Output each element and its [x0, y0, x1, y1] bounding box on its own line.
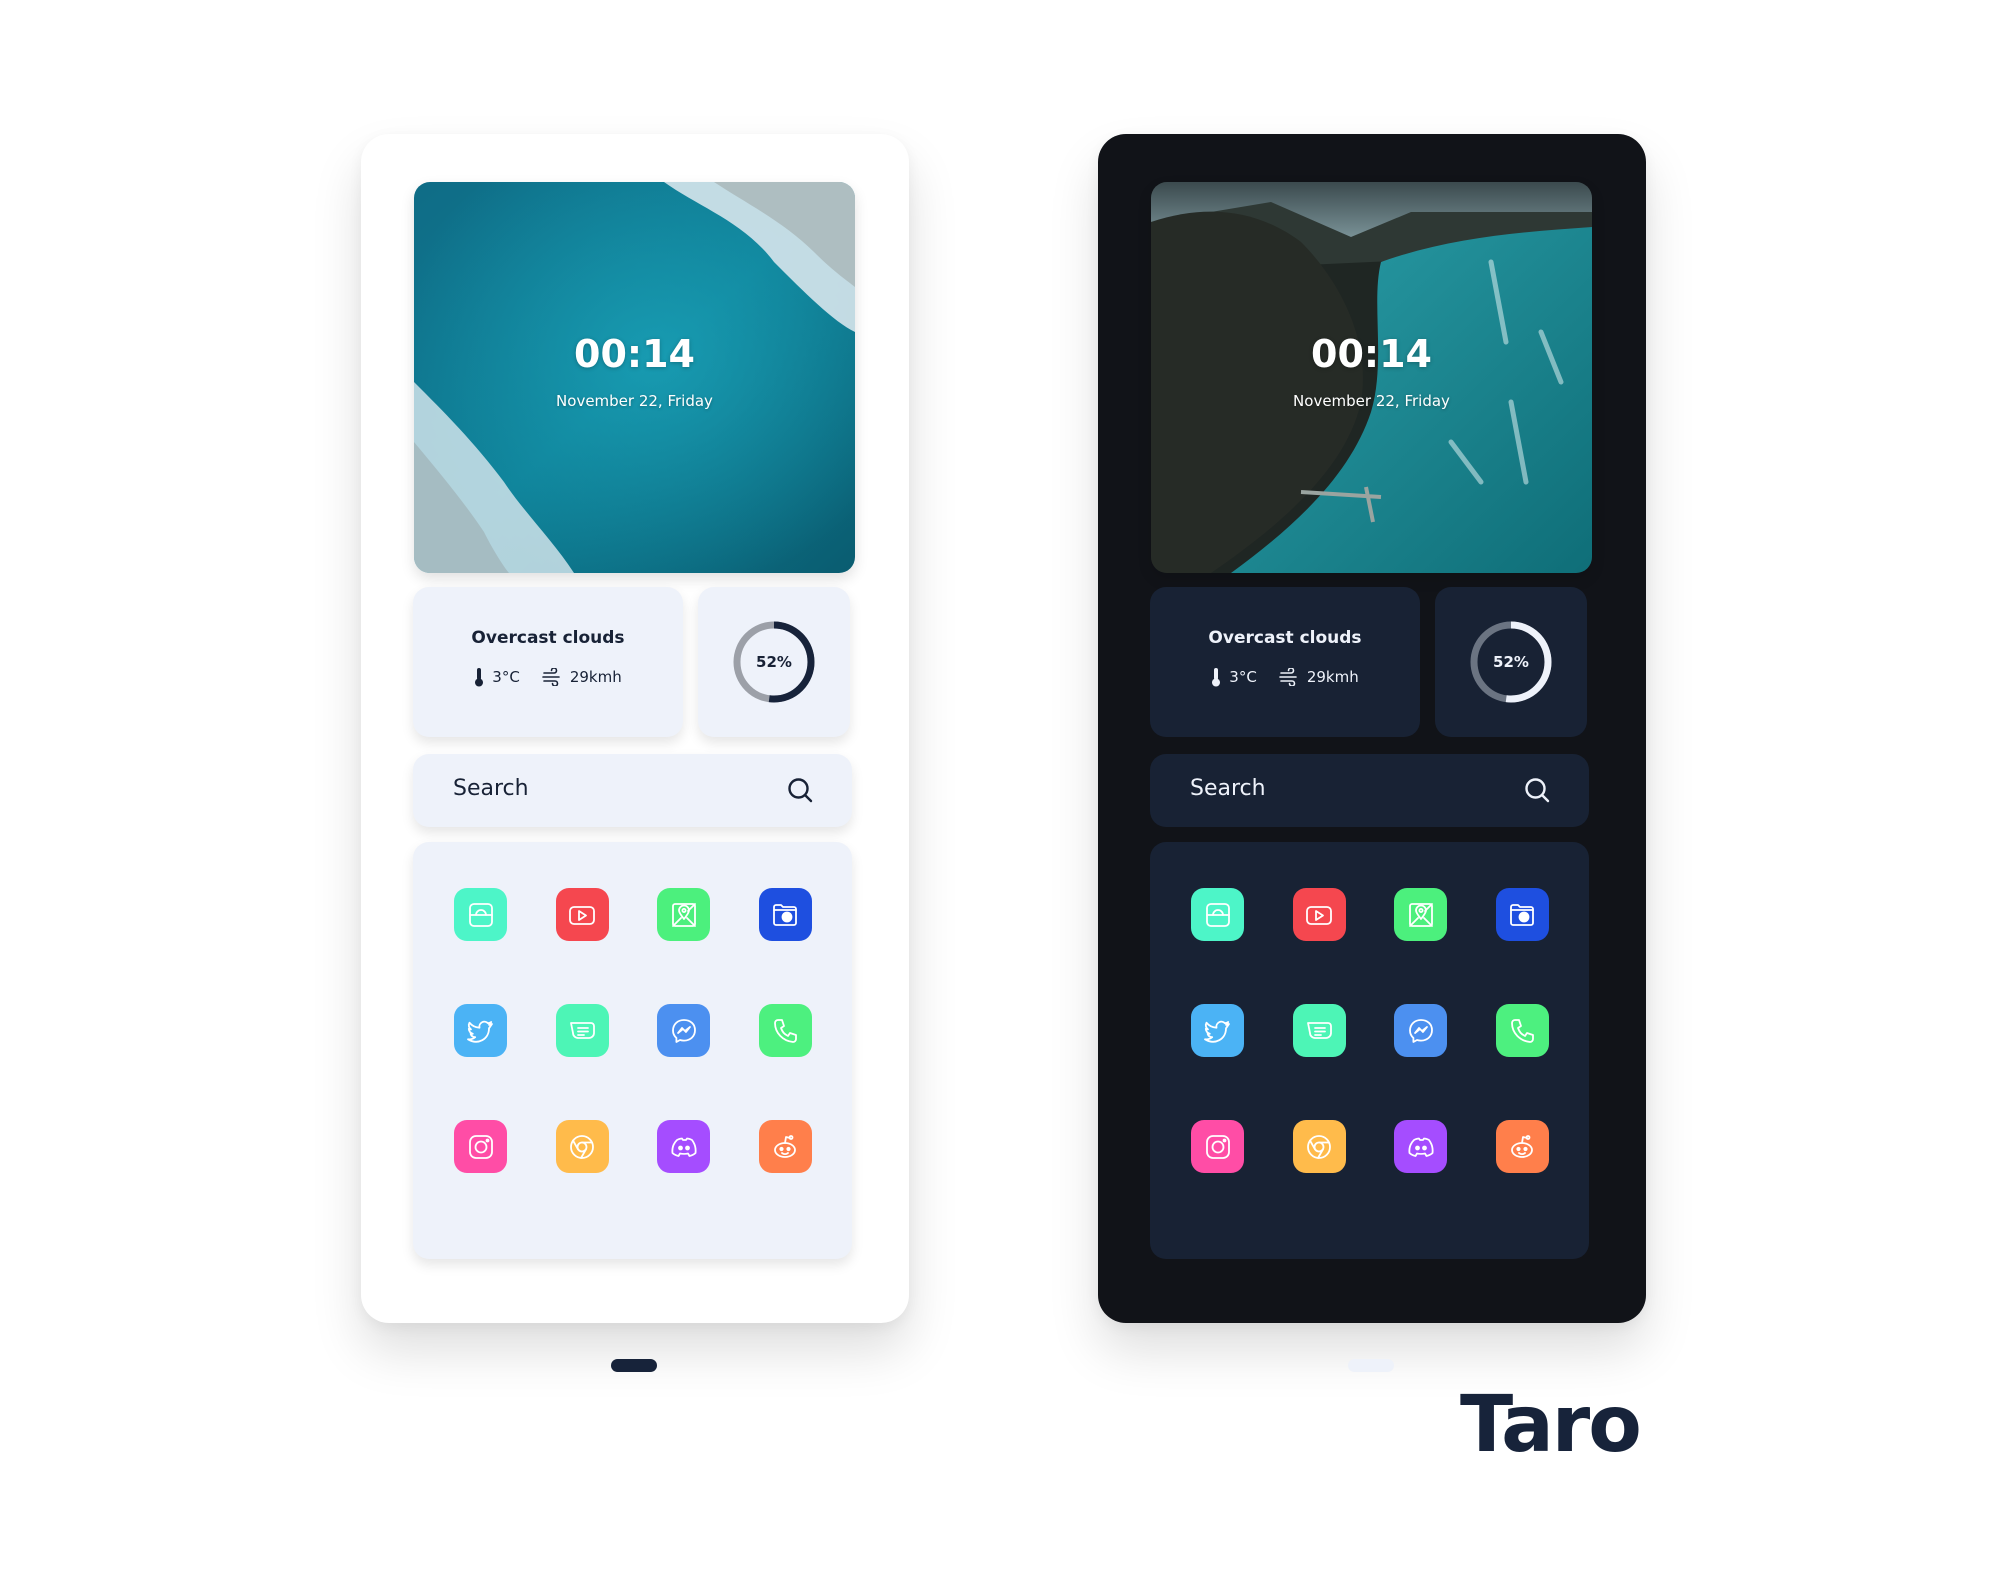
app-instagram[interactable] [454, 1120, 507, 1173]
search-bar[interactable]: Search [1150, 754, 1589, 827]
search-icon[interactable] [1523, 776, 1551, 804]
wallpaper-coast: 00:14 November 22, Friday [1151, 182, 1592, 573]
app-files[interactable] [1495, 888, 1549, 941]
home-indicator[interactable] [611, 1359, 657, 1372]
app-twitter[interactable] [1191, 1004, 1244, 1057]
clock-time: 00:14 [1311, 332, 1432, 376]
wind-value: 29kmh [1306, 668, 1359, 686]
discord-icon [1407, 1137, 1434, 1157]
temperature-value: 3°C [1229, 668, 1257, 686]
app-discord[interactable] [1394, 1120, 1447, 1173]
app-chrome[interactable] [1292, 1120, 1346, 1173]
phone-light: 00:14 November 22, Friday Overcast cloud… [361, 134, 909, 1372]
youtube-icon [1306, 905, 1332, 925]
wind: 29kmh [542, 668, 622, 686]
app-store[interactable] [1191, 888, 1244, 941]
app-chrome[interactable] [555, 1120, 609, 1173]
app-grid [1150, 842, 1589, 1372]
shopping-bag-icon [1205, 902, 1230, 927]
wind-icon [1279, 668, 1297, 686]
battery-percent: 52% [1493, 653, 1529, 671]
app-files[interactable] [758, 888, 812, 941]
app-youtube[interactable] [555, 888, 609, 941]
clock-date: November 22, Friday [1293, 392, 1450, 410]
brand-logo: Taro [1460, 1380, 1642, 1470]
temperature-value: 3°C [492, 668, 520, 686]
weather-widget[interactable]: Overcast clouds 3°C 29kmh [413, 587, 683, 737]
twitter-icon [1203, 1020, 1230, 1043]
app-twitter[interactable] [454, 1004, 507, 1057]
wind: 29kmh [1279, 668, 1359, 686]
reddit-icon [774, 1134, 796, 1158]
search-bar[interactable]: Search [413, 754, 852, 827]
clock-date: November 22, Friday [556, 392, 713, 410]
battery-widget[interactable]: 52% [1435, 587, 1587, 737]
phone-icon [1511, 1018, 1534, 1043]
search-icon[interactable] [786, 776, 814, 804]
reddit-icon [1511, 1134, 1533, 1158]
temperature: 3°C [474, 667, 520, 687]
instagram-icon [468, 1134, 493, 1159]
app-messages[interactable] [1292, 1004, 1346, 1057]
battery-widget[interactable]: 52% [698, 587, 850, 737]
clock-time: 00:14 [574, 332, 695, 376]
map-pin-icon [671, 902, 696, 927]
weather-details: 3°C 29kmh [413, 667, 683, 687]
discord-icon [670, 1137, 697, 1157]
app-messenger[interactable] [657, 1004, 710, 1057]
app-maps[interactable] [1394, 888, 1447, 941]
app-youtube[interactable] [1292, 888, 1346, 941]
battery-percent: 52% [756, 653, 792, 671]
app-phone[interactable] [1495, 1004, 1549, 1057]
chrome-icon [1307, 1134, 1331, 1159]
weather-widget[interactable]: Overcast clouds 3°C 29kmh [1150, 587, 1420, 737]
twitter-icon [466, 1020, 493, 1043]
youtube-icon [569, 905, 595, 925]
wallpaper-ocean-image [414, 182, 855, 573]
map-pin-icon [1408, 902, 1433, 927]
message-icon [570, 1021, 595, 1039]
weather-condition: Overcast clouds [1208, 628, 1362, 648]
shopping-bag-icon [468, 902, 493, 927]
message-icon [1307, 1021, 1332, 1039]
messenger-icon [671, 1018, 696, 1043]
thermometer-icon [1212, 668, 1221, 687]
instagram-icon [1205, 1134, 1230, 1159]
temperature: 3°C [1211, 667, 1257, 687]
folder-icon [773, 903, 797, 926]
thermometer-icon [475, 668, 484, 687]
wind-icon [542, 668, 560, 686]
wallpaper-ocean: 00:14 November 22, Friday [414, 182, 855, 573]
weather-details: 3°C 29kmh [1150, 667, 1420, 687]
phone-dark: 00:14 November 22, Friday Overcast cloud… [1098, 134, 1646, 1372]
app-reddit[interactable] [758, 1120, 812, 1173]
app-phone[interactable] [758, 1004, 812, 1057]
search-input[interactable]: Search [453, 776, 529, 801]
app-maps[interactable] [657, 888, 710, 941]
app-grid [413, 842, 852, 1372]
chrome-icon [570, 1134, 594, 1159]
app-discord[interactable] [657, 1120, 710, 1173]
home-indicator[interactable] [1348, 1359, 1394, 1372]
messenger-icon [1408, 1018, 1433, 1043]
app-reddit[interactable] [1495, 1120, 1549, 1173]
app-store[interactable] [454, 888, 507, 941]
app-messenger[interactable] [1394, 1004, 1447, 1057]
folder-icon [1510, 903, 1534, 926]
wind-value: 29kmh [569, 668, 622, 686]
weather-condition: Overcast clouds [471, 628, 625, 648]
app-instagram[interactable] [1191, 1120, 1244, 1173]
app-messages[interactable] [555, 1004, 609, 1057]
wallpaper-coast-image [1151, 182, 1592, 573]
phone-icon [774, 1018, 797, 1043]
search-input[interactable]: Search [1190, 776, 1266, 801]
